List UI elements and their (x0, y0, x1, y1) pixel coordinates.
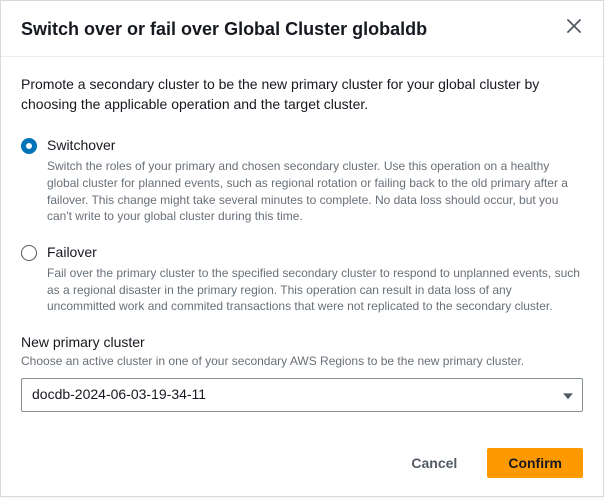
switchover-radio[interactable] (21, 138, 37, 154)
new-primary-select-wrap: docdb-2024-06-03-19-34-11 (21, 378, 583, 412)
failover-desc: Fail over the primary cluster to the spe… (47, 265, 583, 315)
switchover-desc: Switch the roles of your primary and cho… (47, 158, 583, 225)
failover-label[interactable]: Failover (47, 244, 97, 260)
close-icon (567, 19, 581, 33)
new-primary-select[interactable]: docdb-2024-06-03-19-34-11 (21, 378, 583, 412)
cancel-button[interactable]: Cancel (391, 449, 477, 477)
switchover-label[interactable]: Switchover (47, 137, 115, 153)
modal-body: Promote a secondary cluster to be the ne… (1, 57, 603, 433)
failover-radio[interactable] (21, 245, 37, 261)
switchover-text: Switchover Switch the roles of your prim… (47, 136, 583, 225)
option-failover: Failover Fail over the primary cluster t… (21, 243, 583, 315)
new-primary-label: New primary cluster (21, 333, 583, 353)
new-primary-value: docdb-2024-06-03-19-34-11 (32, 385, 206, 405)
failover-text: Failover Fail over the primary cluster t… (47, 243, 583, 315)
intro-text: Promote a secondary cluster to be the ne… (21, 75, 583, 114)
new-primary-field: New primary cluster Choose an active clu… (21, 333, 583, 411)
option-switchover: Switchover Switch the roles of your prim… (21, 136, 583, 225)
failover-modal: Switch over or fail over Global Cluster … (0, 0, 604, 497)
new-primary-help: Choose an active cluster in one of your … (21, 353, 583, 370)
confirm-button[interactable]: Confirm (487, 448, 583, 478)
modal-header: Switch over or fail over Global Cluster … (1, 1, 603, 57)
modal-footer: Cancel Confirm (1, 434, 603, 496)
modal-title: Switch over or fail over Global Cluster … (21, 17, 427, 42)
close-button[interactable] (565, 17, 583, 35)
